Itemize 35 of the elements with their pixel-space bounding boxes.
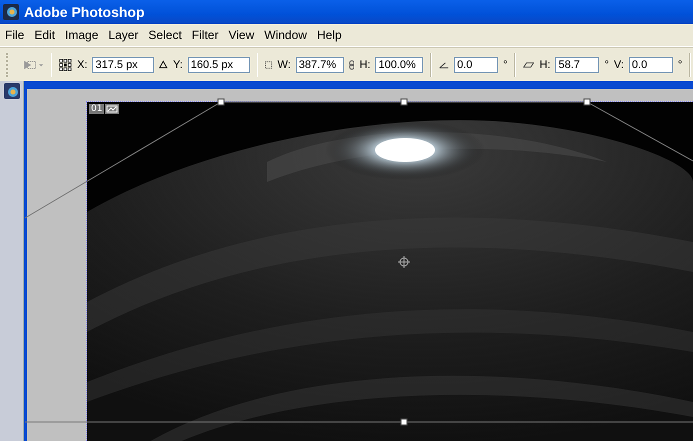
menu-item[interactable]: File: [0, 28, 30, 42]
field-label: W:: [278, 58, 291, 70]
degree-unit: °: [503, 58, 508, 70]
angle-field[interactable]: 0.0: [454, 56, 498, 72]
menu-item[interactable]: Edit: [29, 28, 60, 42]
degree-unit: °: [604, 58, 609, 70]
menu-item[interactable]: Filter: [186, 28, 224, 42]
link-icon[interactable]: [348, 58, 354, 72]
menu-item[interactable]: Layer: [103, 28, 144, 42]
skew-h-field[interactable]: 58.7: [555, 56, 600, 72]
dotted-square-icon: [265, 60, 273, 70]
field-label: X:: [77, 58, 88, 70]
skew-icon: [523, 60, 534, 68]
width-field[interactable]: 387.7%: [296, 56, 344, 72]
field-label: Y:: [172, 58, 183, 70]
menu-item[interactable]: View: [223, 28, 260, 42]
menu-item[interactable]: Help: [312, 28, 347, 42]
y-field[interactable]: 160.5 px: [188, 56, 250, 72]
degree-unit: °: [678, 58, 682, 70]
menu-item[interactable]: Select: [143, 28, 187, 42]
field-label: V:: [614, 58, 624, 70]
field-label: H:: [539, 58, 550, 70]
app-icon: [4, 83, 20, 99]
field-label: H:: [359, 58, 370, 70]
height-field[interactable]: 100.0%: [375, 56, 424, 72]
skew-v-field[interactable]: 0.0: [628, 56, 673, 72]
app-icon: [3, 4, 19, 20]
triangle-icon: [159, 59, 168, 70]
window-title: Adobe Photoshop: [24, 4, 145, 20]
image-icon: [105, 104, 119, 114]
menu-item[interactable]: Window: [259, 28, 312, 42]
layer-badge: 01: [89, 104, 104, 114]
menu-item[interactable]: Image: [60, 28, 104, 42]
angle-icon: [439, 60, 450, 70]
x-field[interactable]: 317.5 px: [92, 56, 154, 72]
